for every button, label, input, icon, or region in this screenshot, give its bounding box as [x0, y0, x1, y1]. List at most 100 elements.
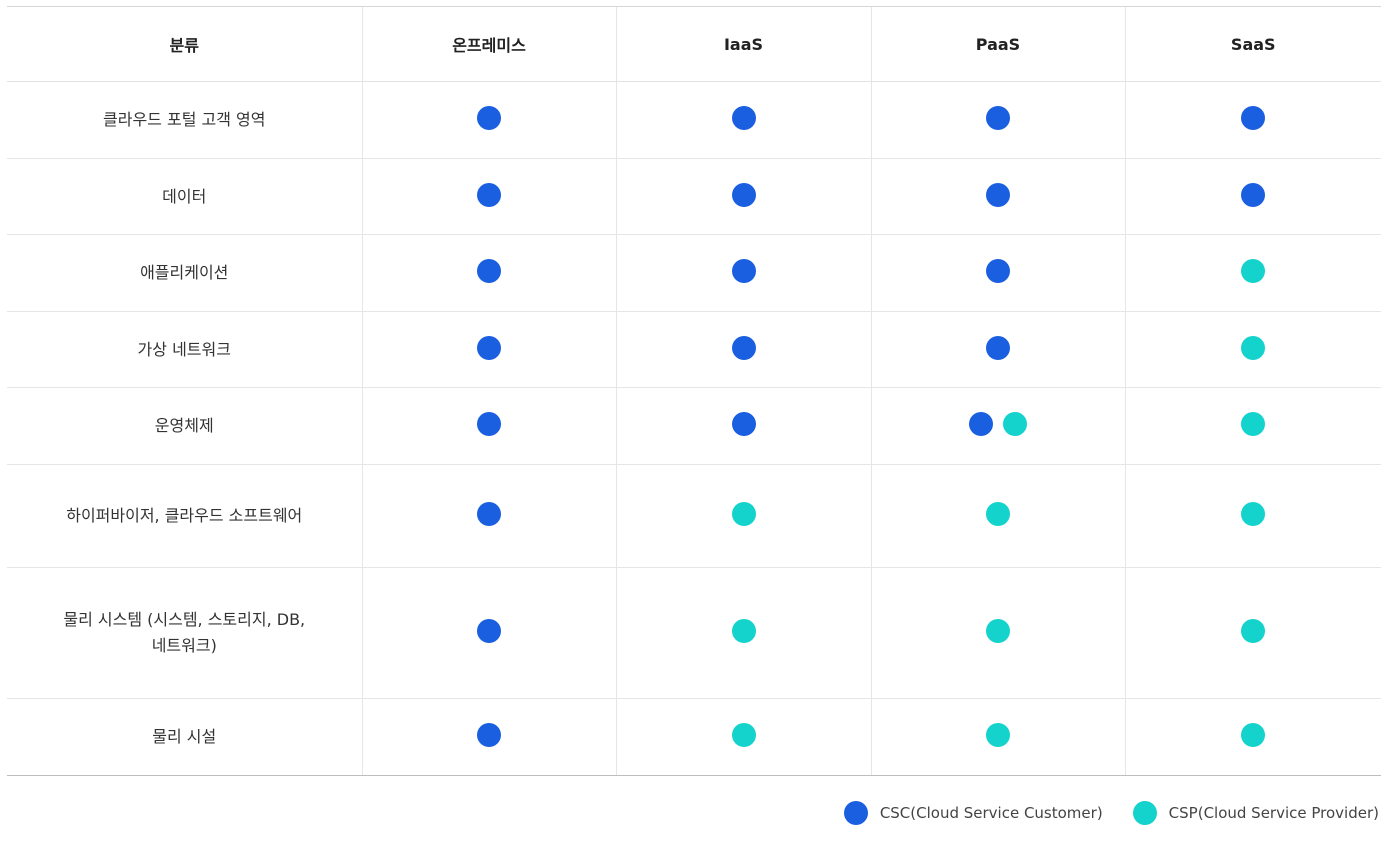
marker-cell [1124, 464, 1381, 568]
category-label: 하이퍼바이저, 클라우드 소프트웨어 [66, 506, 303, 525]
marker-cell [361, 311, 616, 388]
legend-csc-label: CSC(Cloud Service Customer) [879, 804, 1103, 822]
csp-dot-icon [1241, 723, 1266, 747]
marker-group [986, 723, 1010, 747]
marker-cell [1124, 698, 1381, 776]
category-cell: 애플리케이션 [7, 234, 362, 312]
csc-dot-icon [477, 106, 501, 130]
marker-group [731, 723, 756, 747]
marker-group [477, 412, 501, 436]
csc-dot-icon [477, 335, 501, 360]
header-paas: PaaS [870, 6, 1125, 82]
csp-dot-icon [1241, 412, 1266, 436]
table-row: 애플리케이션 [7, 234, 1381, 312]
csp-dot-icon [986, 723, 1010, 747]
marker-cell [1124, 234, 1381, 312]
marker-group [1241, 106, 1266, 130]
responsibility-table: 분류 온프레미스 IaaS PaaS SaaS 클라우드 포털 고객 영역데이터… [7, 6, 1381, 776]
marker-cell [1124, 567, 1381, 699]
csc-dot-icon [477, 502, 501, 526]
marker-cell [615, 387, 871, 465]
marker-group [1241, 723, 1266, 747]
csp-dot-icon [1132, 801, 1157, 825]
csc-dot-icon [843, 801, 868, 825]
csc-dot-icon [731, 335, 756, 360]
table-row: 가상 네트워크 [7, 311, 1381, 388]
category-cell: 물리 시설 [7, 698, 362, 776]
csc-dot-icon [731, 106, 756, 130]
marker-cell [870, 158, 1125, 235]
category-cell: 클라우드 포털 고객 영역 [7, 81, 362, 159]
legend-item-csp: CSP(Cloud Service Provider) [1132, 801, 1379, 825]
marker-cell [870, 387, 1125, 465]
marker-cell [1124, 158, 1381, 235]
category-cell: 물리 시스템 (시스템, 스토리지, DB, 네트워크) [7, 567, 362, 699]
legend-csp-label: CSP(Cloud Service Provider) [1168, 804, 1379, 822]
header-saas: SaaS [1124, 6, 1381, 82]
marker-cell [870, 81, 1125, 159]
marker-cell [615, 81, 871, 159]
marker-cell [615, 464, 871, 568]
marker-group [477, 182, 501, 207]
csc-dot-icon [477, 259, 501, 283]
table-row: 클라우드 포털 고객 영역 [7, 81, 1381, 159]
marker-cell [870, 234, 1125, 312]
marker-cell [615, 567, 871, 699]
marker-group [986, 182, 1010, 207]
marker-group [986, 259, 1010, 283]
marker-group [477, 502, 501, 526]
marker-cell [361, 387, 616, 465]
csp-dot-icon [731, 619, 756, 643]
marker-cell [361, 234, 616, 312]
marker-cell [361, 464, 616, 568]
marker-cell [1124, 81, 1381, 159]
marker-cell [870, 567, 1125, 699]
marker-cell [361, 698, 616, 776]
marker-group [1241, 502, 1266, 526]
marker-group [986, 619, 1010, 643]
csc-dot-icon [969, 412, 993, 436]
marker-cell [615, 698, 871, 776]
marker-cell [1124, 311, 1381, 388]
marker-group [986, 502, 1010, 526]
marker-group [731, 412, 756, 436]
marker-cell [615, 234, 871, 312]
marker-group [1241, 412, 1266, 436]
csc-dot-icon [986, 335, 1010, 360]
header-iaas: IaaS [615, 6, 871, 82]
category-cell: 운영체제 [7, 387, 362, 465]
marker-group [731, 619, 756, 643]
category-cell: 데이터 [7, 158, 362, 235]
csc-dot-icon [986, 106, 1010, 130]
category-label: 가상 네트워크 [137, 339, 231, 359]
marker-cell [361, 81, 616, 159]
responsibility-table-container: 분류 온프레미스 IaaS PaaS SaaS 클라우드 포털 고객 영역데이터… [7, 6, 1381, 776]
table-row: 물리 시스템 (시스템, 스토리지, DB, 네트워크) [7, 567, 1381, 699]
csp-dot-icon [1241, 259, 1266, 283]
table-row: 물리 시설 [7, 698, 1381, 776]
marker-group [986, 335, 1010, 360]
category-label: 애플리케이션 [140, 263, 229, 282]
category-label: 운영체제 [154, 416, 214, 435]
category-label: 클라우드 포털 고객 영역 [103, 110, 266, 129]
csc-dot-icon [477, 182, 501, 207]
marker-cell [870, 698, 1125, 776]
marker-group [477, 259, 501, 283]
header-row: 분류 온프레미스 IaaS PaaS SaaS [7, 6, 1381, 82]
csc-dot-icon [986, 259, 1010, 283]
csc-dot-icon [477, 723, 501, 747]
csc-dot-icon [1241, 106, 1266, 130]
csc-dot-icon [731, 412, 756, 436]
marker-cell [615, 311, 871, 388]
csp-dot-icon [986, 619, 1010, 643]
csc-dot-icon [986, 182, 1010, 207]
marker-group [1241, 182, 1266, 207]
category-cell: 하이퍼바이저, 클라우드 소프트웨어 [7, 464, 362, 568]
marker-cell [615, 158, 871, 235]
marker-cell [361, 158, 616, 235]
header-on-premise: 온프레미스 [361, 6, 616, 82]
csp-dot-icon [1003, 412, 1027, 436]
category-label: 물리 시설 [152, 727, 217, 746]
category-label: 물리 시스템 (시스템, 스토리지, DB, 네트워크) [63, 610, 306, 655]
csc-dot-icon [731, 259, 756, 283]
